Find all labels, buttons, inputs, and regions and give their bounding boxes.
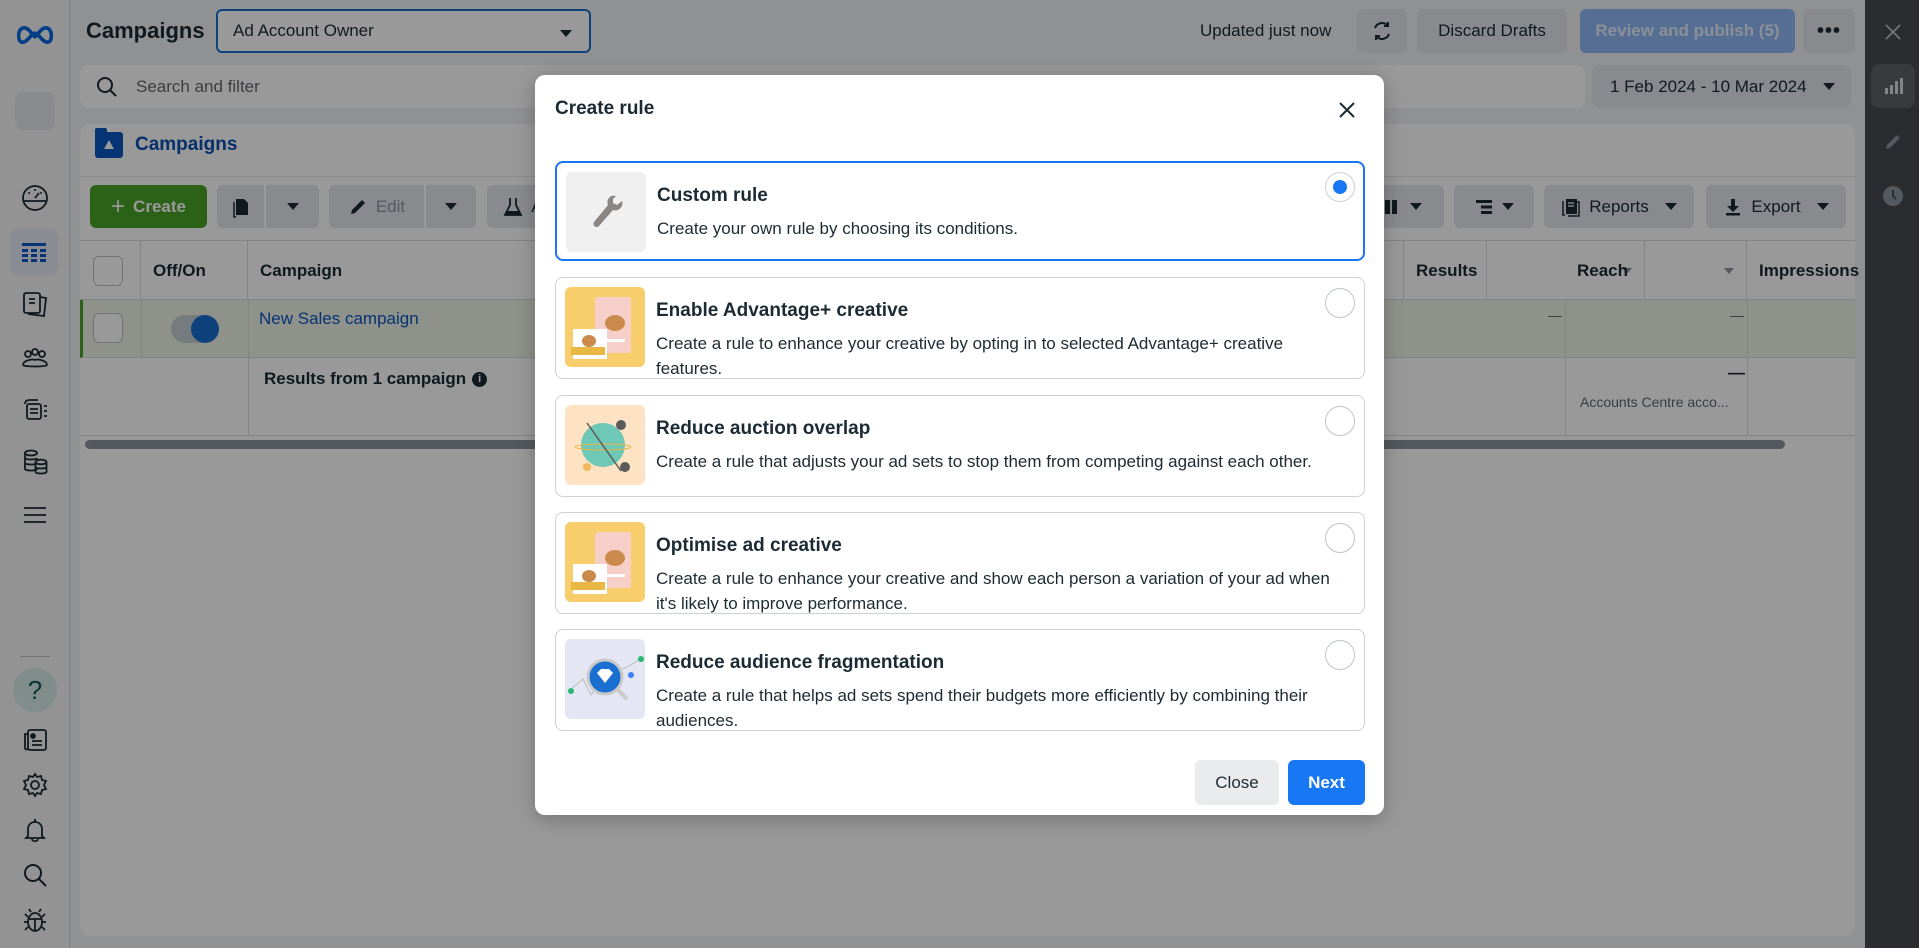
close-icon [1339,102,1355,118]
teapot-creative-illustration [565,287,645,367]
option-title: Optimise ad creative [656,535,842,556]
option-description: Create a rule that adjusts your ad sets … [656,452,1312,471]
option-title: Reduce audience fragmentation [656,652,945,673]
teapot-creative-illustration [565,522,645,602]
option-radio[interactable] [1325,523,1355,553]
globe-orbit-illustration [565,405,645,485]
option-radio[interactable] [1325,406,1355,436]
option-description: Create your own rule by choosing its con… [657,219,1018,238]
rule-option-custom[interactable]: Custom rule Create your own rule by choo… [555,161,1365,261]
rule-option-enable-advantage-plus[interactable]: Enable Advantage+ creative Create a rule… [555,277,1365,379]
option-radio-selected[interactable] [1325,172,1355,202]
rule-option-optimise-ad-creative[interactable]: Optimise ad creative Create a rule to en… [555,512,1365,614]
option-description: Create a rule to enhance your creative b… [656,334,1284,378]
wrench-icon [566,172,646,252]
rule-option-reduce-auction-overlap[interactable]: Reduce auction overlap Create a rule tha… [555,395,1365,497]
dialog-title: Create rule [555,98,655,119]
option-description: Create a rule that helps ad sets spend t… [656,686,1308,730]
next-button[interactable]: Next [1288,760,1365,805]
option-description: Create a rule to enhance your creative a… [656,569,1330,613]
create-rule-dialog: Create rule Custom rule Create your own … [535,75,1384,815]
option-title: Enable Advantage+ creative [656,300,909,321]
option-radio[interactable] [1325,288,1355,318]
close-button[interactable]: Close [1195,760,1279,805]
option-title: Reduce auction overlap [656,418,871,439]
option-radio[interactable] [1325,640,1355,670]
option-title: Custom rule [657,185,768,206]
diamond-magnifier-illustration [565,639,645,719]
dialog-close-button[interactable] [1332,95,1362,125]
rule-option-reduce-audience-fragmentation[interactable]: Reduce audience fragmentation Create a r… [555,629,1365,731]
